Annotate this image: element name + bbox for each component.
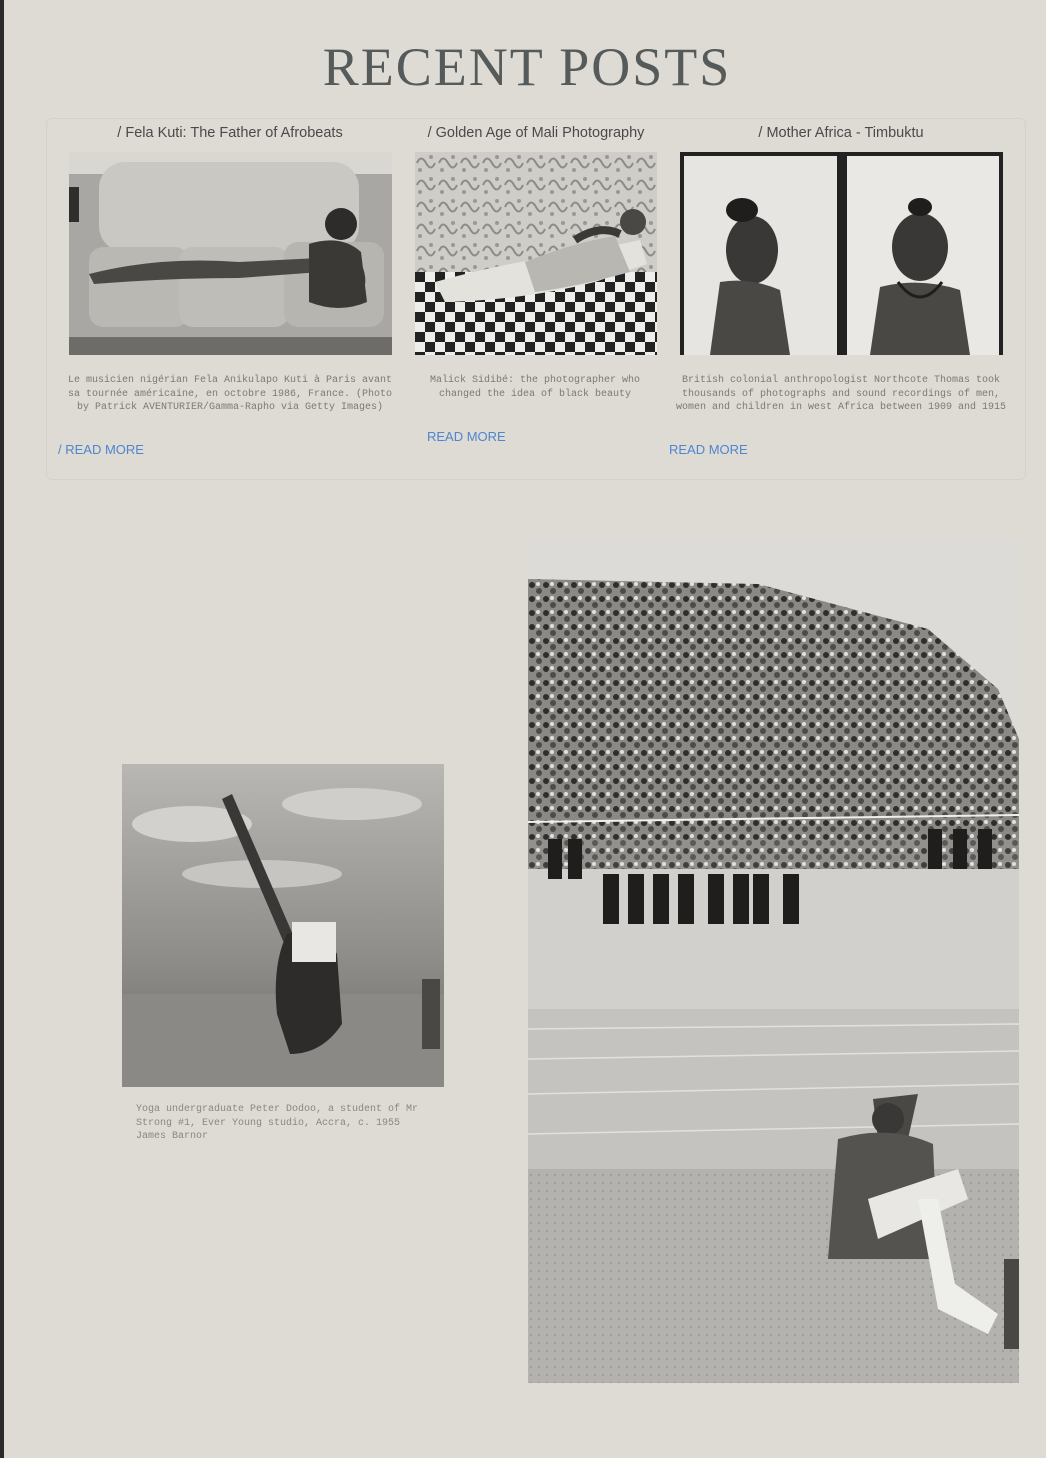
feature-caption-line-3: James Barnor <box>136 1131 209 1142</box>
feature-caption-line-2: Strong #1, Ever Young studio, Accra, c. … <box>136 1117 401 1129</box>
post-caption-mali-photography: Malick Sidibé: the photographer who chan… <box>429 375 641 400</box>
feature-image-stadium-crowd <box>528 539 1019 1383</box>
post-caption-fela-kuti: Le musicien nigérian Fela Anikulapo Kuti… <box>67 375 393 413</box>
post-caption-mother-africa: British colonial anthropologist Northcot… <box>675 375 1007 413</box>
read-more-link-mali-photography[interactable]: READ MORE <box>427 429 506 444</box>
post-title-mali-photography[interactable]: / Golden Age of Mali Photography <box>416 125 656 141</box>
post-image-mali-photography[interactable] <box>415 152 657 355</box>
feature-caption-line-1: Yoga undergraduate Peter Dodoo, a studen… <box>136 1104 419 1115</box>
read-more-link-fela-kuti[interactable]: / READ MORE <box>58 442 144 457</box>
post-image-mother-africa[interactable] <box>680 152 1003 355</box>
post-title-mother-africa[interactable]: / Mother Africa - Timbuktu <box>680 125 1002 141</box>
page-title: RECENT POSTS <box>322 37 732 97</box>
post-title-fela-kuti[interactable]: / Fela Kuti: The Father of Afrobeats <box>70 125 390 141</box>
read-more-link-mother-africa[interactable]: READ MORE <box>669 442 748 457</box>
feature-image-yoga-headstand <box>122 764 444 1087</box>
feature-caption-yoga: Yoga undergraduate Peter Dodoo, a studen… <box>136 1103 426 1144</box>
post-image-fela-kuti[interactable] <box>69 152 392 355</box>
